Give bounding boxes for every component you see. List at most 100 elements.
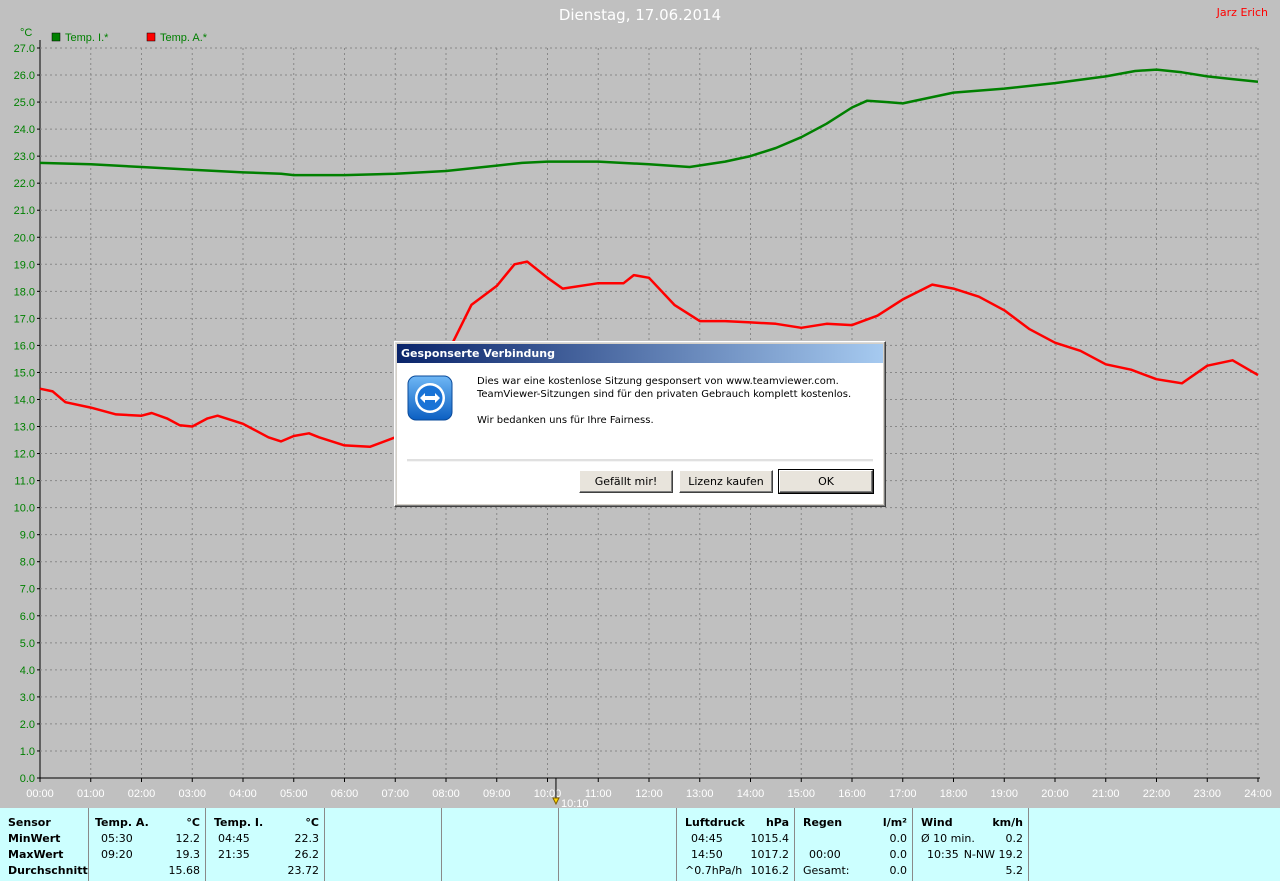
rain-total-label: Gesamt:: [803, 864, 850, 877]
y-tick-label: 26.0: [14, 70, 35, 82]
statistics-panel: Sensor MinWert MaxWert Durchschnitt Temp…: [0, 808, 1280, 881]
y-tick-label: 27.0: [14, 43, 35, 55]
y-tick-label: 7.0: [20, 584, 35, 596]
wind-title: Wind: [921, 816, 953, 829]
y-tick-label: 25.0: [14, 97, 35, 109]
y-tick-label: 11.0: [14, 476, 35, 488]
dialog-message-line2: TeamViewer-Sitzungen sind für den privat…: [477, 389, 852, 400]
like-button[interactable]: Gefällt mir!: [579, 470, 673, 493]
y-tick-label: 0.0: [20, 773, 35, 785]
y-tick-label: 13.0: [14, 422, 35, 434]
temp-a-title: Temp. A.: [95, 816, 149, 829]
temp-i-unit: °C: [305, 816, 319, 829]
rain-min-value: 0.0: [889, 832, 908, 845]
rain-time: 00:00: [809, 848, 841, 861]
stats-col-wind: Wind km/h Ø 10 min. 0.2 10:35 N-NW 19.2 …: [912, 808, 1029, 881]
stats-col-sensor: Sensor MinWert MaxWert Durchschnitt: [0, 808, 88, 881]
pressure-unit: hPa: [765, 816, 789, 829]
x-tick-label: 16:00: [838, 788, 866, 800]
x-tick-label: 01:00: [77, 788, 105, 800]
x-tick-label: 21:00: [1092, 788, 1120, 800]
y-tick-label: 18.0: [14, 286, 35, 298]
stats-col-empty-1: [324, 808, 442, 881]
temp-a-max-value: 19.3: [175, 848, 201, 861]
rain-value: 0.0: [889, 848, 908, 861]
wind-max-value: N-NW 19.2: [963, 848, 1023, 861]
ok-button[interactable]: OK: [778, 469, 874, 494]
y-tick-label: 8.0: [20, 557, 35, 569]
x-tick-label: 22:00: [1143, 788, 1171, 800]
y-tick-label: 14.0: [14, 394, 35, 406]
x-tick-label: 03:00: [178, 788, 206, 800]
x-tick-label: 17:00: [889, 788, 917, 800]
y-tick-label: 3.0: [20, 692, 35, 704]
x-tick-label: 12:00: [635, 788, 663, 800]
rain-total-value: 0.0: [889, 864, 908, 877]
y-tick-label: 9.0: [20, 530, 35, 542]
teamviewer-icon: [407, 375, 453, 421]
y-tick-label: 20.0: [14, 232, 35, 244]
author-label: Jarz Erich: [1216, 6, 1268, 19]
x-axis: 00:00 01:00 02:00 03:00 04:00 05:00 06:00 07:00…: [26, 778, 1272, 808]
y-tick-label: 16.0: [14, 340, 35, 352]
stats-label-max: MaxWert: [8, 848, 64, 861]
stats-col-empty-2: [441, 808, 559, 881]
x-tick-label: 14:00: [737, 788, 765, 800]
y-tick-label: 1.0: [20, 746, 35, 758]
temp-i-max-value: 26.2: [294, 848, 320, 861]
dialog-message-line3: Wir bedanken uns für Ihre Fairness.: [477, 415, 654, 426]
temp-i-min-value: 22.3: [294, 832, 320, 845]
stats-header-sensor: Sensor: [8, 816, 51, 829]
dialog-separator: [407, 459, 873, 462]
pressure-max-time: 14:50: [691, 848, 723, 861]
sponsored-session-dialog: Gesponserte Verbindung Dies war eine kos…: [394, 341, 886, 507]
wind-max-time: 10:35: [927, 848, 959, 861]
dialog-message-line1: Dies war eine kostenlose Sitzung gespons…: [477, 376, 839, 387]
time-cursor-marker: [552, 797, 560, 806]
temp-a-unit: °C: [186, 816, 200, 829]
y-tick-label: 24.0: [14, 124, 35, 136]
legend-label: Temp. I.*: [65, 32, 109, 44]
y-tick-label: 5.0: [20, 638, 35, 650]
stats-col-pressure: Luftdruck hPa 04:45 1015.4 14:50 1017.2 …: [676, 808, 795, 881]
x-tick-label: 04:00: [229, 788, 257, 800]
x-tick-label: 15:00: [787, 788, 815, 800]
temp-i-max-time: 21:35: [218, 848, 250, 861]
y-tick-label: 2.0: [20, 719, 35, 731]
stats-col-empty-4: [1028, 808, 1280, 881]
dialog-titlebar[interactable]: Gesponserte Verbindung: [397, 344, 883, 363]
y-tick-label: 22.0: [14, 178, 35, 190]
legend-swatch: [146, 32, 156, 42]
pressure-min-time: 04:45: [691, 832, 723, 845]
x-tick-label: 19:00: [990, 788, 1018, 800]
pressure-title: Luftdruck: [685, 816, 745, 829]
dialog-title: Gesponserte Verbindung: [401, 347, 555, 360]
y-tick-label: 6.0: [20, 611, 35, 623]
pressure-min-value: 1015.4: [750, 832, 790, 845]
pressure-trend-value: 1016.2: [750, 864, 790, 877]
temp-a-avg-value: 15.68: [168, 864, 201, 877]
legend-label: Temp. A.*: [160, 32, 208, 44]
wind-avg-label: Ø 10 min.: [921, 832, 975, 845]
x-tick-label: 05:00: [280, 788, 308, 800]
x-tick-label: 23:00: [1193, 788, 1221, 800]
temp-a-min-value: 12.2: [175, 832, 201, 845]
buy-license-button[interactable]: Lizenz kaufen: [679, 470, 773, 493]
x-tick-label: 11:00: [585, 788, 612, 800]
temp-a-min-time: 05:30: [101, 832, 133, 845]
chart-legend: Temp. I.* Temp. A.*: [51, 32, 208, 44]
pressure-trend-label: ^0.7hPa/h: [685, 864, 743, 877]
x-tick-label: 09:00: [483, 788, 511, 800]
temp-i-min-time: 04:45: [218, 832, 250, 845]
x-tick-label: 13:00: [686, 788, 714, 800]
y-tick-label: 10.0: [14, 503, 35, 515]
y-tick-label: 23.0: [14, 151, 35, 163]
temp-i-title: Temp. I.: [214, 816, 264, 829]
y-tick-label: 17.0: [14, 313, 35, 325]
stats-label-avg: Durchschnitt: [8, 864, 88, 877]
x-tick-label: 00:00: [26, 788, 54, 800]
time-cursor-label: 10:10: [561, 798, 589, 808]
stats-label-min: MinWert: [8, 832, 61, 845]
y-tick-label: 12.0: [14, 449, 35, 461]
chart-title: Dienstag, 17.06.2014: [558, 6, 722, 24]
